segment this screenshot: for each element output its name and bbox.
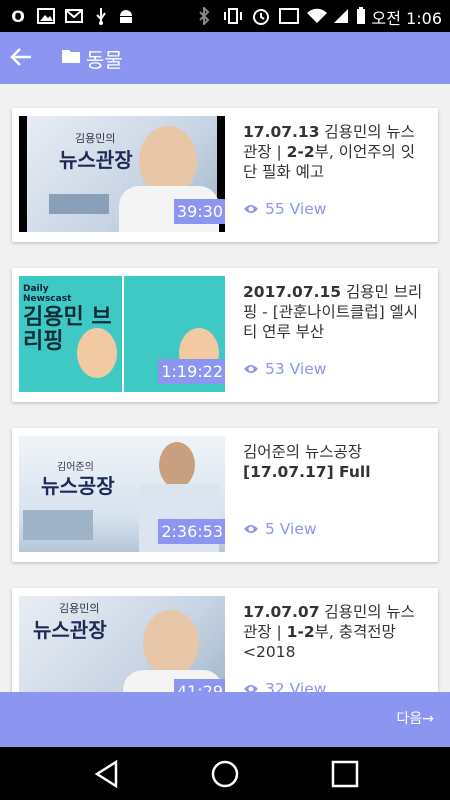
view-count: 53 View: [243, 360, 326, 378]
video-list[interactable]: 김용민의 뉴스관장 39:30 17.07.13 김용민의 뉴스관장 | 2-2…: [0, 84, 450, 692]
thumbnail-title: 뉴스관장: [59, 148, 133, 172]
page-title: 동물: [86, 48, 123, 72]
gmail-icon: [64, 6, 84, 26]
thumbnail-person: [159, 442, 195, 488]
thumbnail-title: 뉴스공장: [41, 474, 115, 498]
video-duration: 41:29: [173, 679, 225, 692]
thumbnail-building: [49, 194, 109, 214]
video-duration: 2:36:53: [158, 519, 225, 544]
eye-icon: [244, 205, 258, 213]
back-button[interactable]: [6, 42, 36, 72]
video-duration: 39:30: [173, 199, 225, 224]
system-nav-bar: [0, 747, 450, 800]
video-title: 2017.07.15 김용민 브리핑 - [관훈나이트클럽] 엘시티 연루 부산: [243, 283, 423, 341]
carrier-icon: O: [11, 6, 25, 26]
recents-square-icon[interactable]: [330, 759, 360, 789]
signal-icon: [332, 6, 350, 26]
view-count: 5 View: [243, 520, 317, 538]
video-thumbnail[interactable]: Daily Newscast 김용민 브리핑 1:19:22: [19, 276, 225, 392]
vibrate-icon: [222, 6, 244, 26]
battery-icon: [354, 6, 368, 26]
pagination-bar: 다음→: [0, 692, 450, 747]
bluetooth-icon: [196, 6, 212, 26]
video-card[interactable]: 김어준의 뉴스공장 2:36:53 김어준의 뉴스공장 [17.07.17] F…: [12, 428, 438, 562]
arrow-left-icon: [10, 48, 31, 66]
thumbnail-person: [77, 328, 117, 378]
video-card[interactable]: Daily Newscast 김용민 브리핑 1:19:22 2017.07.1…: [12, 268, 438, 402]
video-thumbnail[interactable]: 김어준의 뉴스공장 2:36:53: [19, 436, 225, 552]
view-count: 32 View: [243, 680, 326, 692]
back-triangle-icon[interactable]: [92, 759, 122, 789]
app-bar: 동물: [0, 32, 450, 84]
hd-icon: [278, 6, 300, 26]
video-card[interactable]: 김용민의 뉴스관장 39:30 17.07.13 김용민의 뉴스관장 | 2-2…: [12, 108, 438, 242]
thumbnail-divider: [122, 276, 124, 392]
thumbnail-building: [23, 510, 93, 540]
view-count: 55 View: [243, 200, 326, 218]
video-title: 17.07.13 김용민의 뉴스관장 | 2-2부, 이언주의 잇단 필화 예고: [243, 123, 415, 181]
home-circle-icon[interactable]: [210, 759, 240, 789]
video-thumbnail[interactable]: 김용민의 뉴스관장 41:29: [19, 596, 225, 692]
video-title: 17.07.07 김용민의 뉴스관장 | 1-2부, 충격전망 <2018: [243, 603, 415, 661]
video-thumbnail[interactable]: 김용민의 뉴스관장 39:30: [19, 116, 225, 232]
status-time: 오전 1:06: [371, 9, 442, 28]
usb-icon: [92, 6, 110, 26]
next-page-button[interactable]: 다음→: [397, 708, 435, 728]
thumbnail-subtitle: Daily Newscast: [23, 284, 72, 304]
wifi-icon: [306, 6, 328, 26]
android-icon: [116, 6, 136, 26]
image-icon: [36, 6, 56, 26]
thumbnail-title: 뉴스관장: [33, 618, 107, 642]
status-bar: O 오전 1:06: [0, 0, 450, 32]
thumbnail-person: [143, 610, 199, 676]
eye-icon: [244, 365, 258, 373]
folder-icon: [62, 50, 80, 63]
eye-icon: [244, 525, 258, 533]
video-duration: 1:19:22: [158, 359, 225, 384]
eye-icon: [244, 685, 258, 692]
alarm-icon: [250, 6, 272, 26]
video-title: 김어준의 뉴스공장 [17.07.17] Full: [243, 443, 371, 481]
video-card[interactable]: 김용민의 뉴스관장 41:29 17.07.07 김용민의 뉴스관장 | 1-2…: [12, 588, 438, 692]
